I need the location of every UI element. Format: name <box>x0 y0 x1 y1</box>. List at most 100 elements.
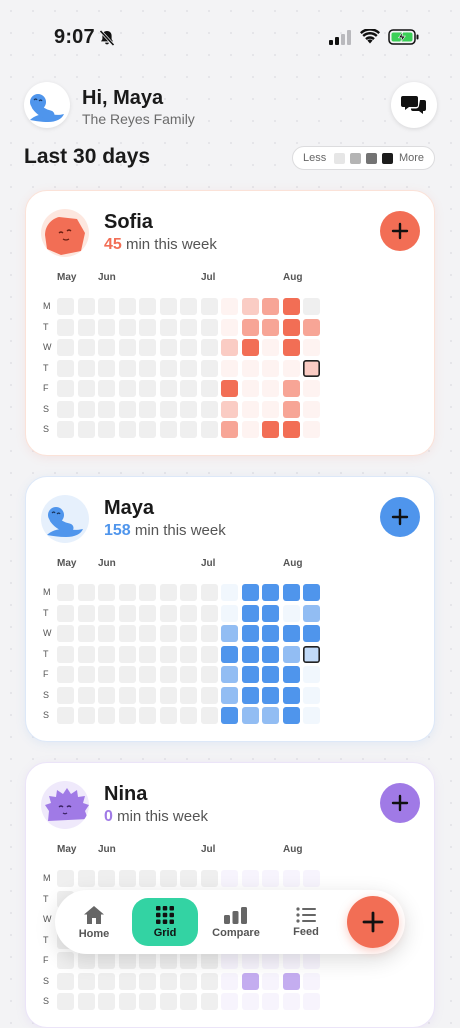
minutes-value: 0 <box>104 808 113 825</box>
grid-cell <box>241 972 259 990</box>
family-name: The Reyes Family <box>82 111 195 127</box>
grid-cell <box>180 604 197 622</box>
grid-cell <box>139 604 156 622</box>
grid-cell <box>98 359 115 377</box>
add-activity-button[interactable] <box>380 497 420 537</box>
day-label: S <box>43 424 50 434</box>
legend-swatch <box>334 152 346 164</box>
grid-cell <box>200 359 218 377</box>
grid-cell <box>200 400 218 418</box>
grid-cell <box>139 707 156 724</box>
month-label: Aug <box>283 558 303 569</box>
grid-cell <box>57 625 74 642</box>
day-label: T <box>43 321 49 332</box>
grid-cell <box>57 870 74 887</box>
grid-cell <box>241 400 259 418</box>
grid-cell <box>180 400 197 418</box>
grid-cell <box>57 339 74 356</box>
grid-cell <box>303 380 320 397</box>
day-label: S <box>43 975 50 986</box>
grid-cell <box>98 625 115 642</box>
grid-cell <box>262 359 279 377</box>
grid-cell <box>262 645 279 663</box>
grid-cell <box>57 666 74 683</box>
messages-button[interactable] <box>391 82 437 128</box>
grid-cell <box>200 380 218 397</box>
month-label: May <box>57 272 77 283</box>
maya-avatar <box>41 495 89 543</box>
grid-cell <box>221 707 238 724</box>
nav-label: Grid <box>153 926 177 939</box>
grid-cell <box>118 625 136 642</box>
minutes-suffix: min this week <box>134 522 226 539</box>
person-card-sofia[interactable]: Sofia 45 min this week May Jun Jul Aug M… <box>25 190 435 456</box>
grid-cell <box>98 298 115 315</box>
grid-cell <box>262 584 279 601</box>
add-activity-button[interactable] <box>380 211 420 251</box>
day-label: W <box>43 914 52 924</box>
nav-feed[interactable]: Feed <box>283 898 329 946</box>
month-label: Jul <box>201 272 216 283</box>
grid-cell <box>282 400 300 418</box>
plus-icon <box>391 508 409 526</box>
grid-cell <box>139 686 156 704</box>
month-label: Jul <box>201 844 216 855</box>
legend-swatch <box>382 152 393 164</box>
add-activity-button[interactable] <box>380 783 420 823</box>
grid-cell <box>200 421 218 438</box>
grid-cell <box>221 339 238 356</box>
weekly-minutes: 0 min this week <box>104 808 208 826</box>
grid-cell <box>118 380 136 397</box>
add-activity-fab[interactable] <box>347 896 399 948</box>
nav-compare[interactable]: Compare <box>208 898 264 946</box>
battery-charging-icon <box>388 29 419 45</box>
grid-cell <box>282 666 300 683</box>
grid-cell <box>180 584 197 601</box>
nav-label: Compare <box>212 926 260 939</box>
person-card-maya[interactable]: Maya 158 min this week May Jun Jul Aug M… <box>25 476 435 742</box>
grid-cell <box>303 993 320 1010</box>
grid-cell <box>221 298 238 315</box>
grid-cell <box>200 339 218 356</box>
grid-cell <box>221 645 238 663</box>
grid-cell <box>139 380 156 397</box>
bar-chart-icon <box>224 906 247 924</box>
user-avatar[interactable] <box>24 82 70 128</box>
signal-icon <box>329 30 351 45</box>
day-label: W <box>43 628 52 638</box>
nav-grid[interactable]: Grid <box>132 898 198 946</box>
grid-cell <box>98 318 115 336</box>
grid-cell <box>57 972 74 990</box>
grid-cell <box>241 625 259 642</box>
grid-cell <box>221 666 238 683</box>
grid-cell <box>303 298 320 315</box>
grid-cell <box>98 400 115 418</box>
grid-cell <box>221 870 238 887</box>
weekly-minutes: 45 min this week <box>104 236 217 254</box>
nav-home[interactable]: Home <box>73 898 115 946</box>
grid-cell <box>98 870 115 887</box>
grid-cell <box>200 993 218 1010</box>
grid-cell <box>98 645 115 663</box>
grid-cell <box>200 972 218 990</box>
grid-cell <box>200 604 218 622</box>
grid-cell <box>159 318 177 336</box>
person-name: Nina <box>104 783 148 805</box>
grid-cell <box>159 707 177 724</box>
grid-cell <box>221 380 238 397</box>
grid-cell <box>98 972 115 990</box>
grid-cell <box>77 972 95 990</box>
day-label: M <box>43 587 51 597</box>
day-label: S <box>43 996 50 1006</box>
grid-cell <box>118 318 136 336</box>
month-label: Aug <box>283 272 303 283</box>
grid-cell <box>159 421 177 438</box>
section-title: Last 30 days <box>24 145 151 168</box>
legend-less-label: Less <box>303 152 327 164</box>
day-label: F <box>43 383 49 393</box>
grid-cell <box>221 400 238 418</box>
grid-cell <box>139 993 156 1010</box>
grid-cell <box>159 645 177 663</box>
grid-cell <box>180 952 197 969</box>
grid-cell <box>98 584 115 601</box>
